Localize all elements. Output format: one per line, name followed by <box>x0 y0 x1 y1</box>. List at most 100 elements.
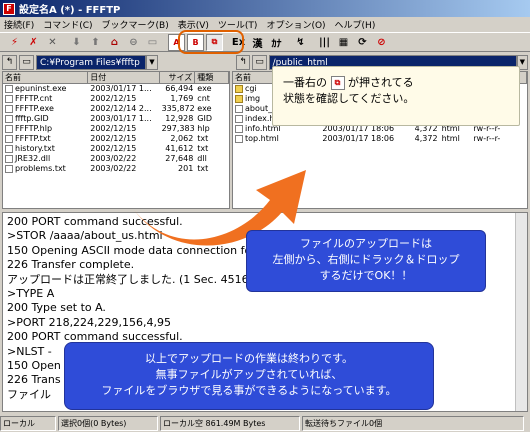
menu-options[interactable]: オプション(O) <box>266 18 325 31</box>
local-up-folder-icon[interactable]: ↰ <box>2 54 17 70</box>
log-scrollbar[interactable] <box>515 213 527 411</box>
remote-folder-icon[interactable]: ▭ <box>252 54 267 70</box>
file-size: 66,494 <box>165 84 194 93</box>
file-kind: exe <box>197 84 212 93</box>
ffftp-app-icon: F <box>3 2 15 15</box>
file-date: 2002/12/14 2... <box>90 104 152 113</box>
file-size: 335,872 <box>161 104 195 113</box>
menu-bookmark[interactable]: ブックマーク(B) <box>102 18 169 31</box>
file-icon <box>5 114 13 123</box>
file-kind: cnt <box>197 94 210 103</box>
file-icon <box>5 154 13 163</box>
file-icon <box>5 124 13 133</box>
refresh-icon[interactable]: ⟳ <box>354 34 371 51</box>
detail-view-icon[interactable]: ▦ <box>335 34 352 51</box>
file-date: 2003/01/17 1... <box>90 114 152 123</box>
file-icon <box>5 94 13 103</box>
status-free-space: ローカル空 861.49M Bytes <box>160 415 300 431</box>
transfer-mode-auto-icon: ⧉ <box>330 76 345 90</box>
menu-help[interactable]: ヘルプ(H) <box>335 18 376 31</box>
file-date: 2003/01/17 18:06 <box>322 134 395 143</box>
callout-upload-line3: するだけでOK！！ <box>319 269 413 282</box>
kana-code-icon[interactable]: ｶﾅ <box>268 34 285 51</box>
file-kind: hlp <box>197 124 210 133</box>
home-icon[interactable]: ⌂ <box>106 34 123 51</box>
callout-button-check: 一番右の ⧉ が押されてる 状態を確認してください。 <box>272 66 520 126</box>
file-name: FFFTP.txt <box>3 134 88 144</box>
callout-done-line2: 無事ファイルがアップされていれば、 <box>155 368 343 381</box>
menu-connect[interactable]: 接続(F) <box>4 18 34 31</box>
table-row[interactable]: FFFTP.cnt 2002/12/15 1,769 cnt <box>3 94 229 104</box>
file-name: ffftp.GID <box>3 114 88 124</box>
file-icon <box>5 144 13 153</box>
callout-button-line2: 状態を確認してください。 <box>283 92 415 105</box>
status-selected: 選択0個(0 Bytes) <box>58 415 158 431</box>
window-title: 設定名A (*) - FFFTP <box>19 5 121 16</box>
upload-icon[interactable]: ⬆ <box>87 34 104 51</box>
file-date: 2002/12/15 <box>90 124 137 133</box>
file-perm: rw-r--r- <box>473 134 501 143</box>
quick-connect-icon[interactable]: ✗ <box>25 34 42 51</box>
toolbar: ⚡ ✗ ✕ ⬇ ⬆ ⌂ ⊖ ▭ A B ⧉ Ex 漢 ｶﾅ ↯ ||| ▦ ⟳ … <box>0 32 530 52</box>
table-row[interactable]: FFFTP.exe 2002/12/14 2... 335,872 exe <box>3 104 229 114</box>
col-kind[interactable]: 種類 <box>195 72 229 83</box>
file-name: FFFTP.hlp <box>3 124 88 134</box>
log-line: 200 Type set to A. <box>7 301 106 315</box>
file-icon <box>235 104 243 113</box>
table-row[interactable]: FFFTP.hlp 2002/12/15 297,383 hlp <box>3 124 229 134</box>
file-name: epuninst.exe <box>3 84 88 94</box>
file-icon <box>5 104 13 113</box>
file-icon <box>5 164 13 173</box>
local-path-bar: ↰ ▭ C:¥Program Files¥ffftp ▼ <box>2 54 228 70</box>
col-size[interactable]: サイズ <box>160 72 196 83</box>
highlight-circle <box>178 30 244 54</box>
chevron-down-icon[interactable]: ▼ <box>146 54 158 70</box>
col-date[interactable]: 日付 <box>88 72 160 83</box>
sync-icon[interactable]: ↯ <box>292 34 309 51</box>
menu-command[interactable]: コマンド(C) <box>43 18 92 31</box>
file-icon <box>5 84 13 93</box>
callout-done: 以上でアップロードの作業は終わりです。 無事ファイルがアップされていれば、 ファ… <box>64 342 434 410</box>
log-line: >PORT 218,224,229,156,4,95 <box>7 315 172 329</box>
status-bar: ローカル 選択0個(0 Bytes) ローカル空 861.49M Bytes 転… <box>0 414 530 432</box>
remote-up-folder-icon[interactable]: ↰ <box>236 54 251 70</box>
local-path-input[interactable]: C:¥Program Files¥ffftp <box>36 54 146 70</box>
folder-icon <box>235 84 243 93</box>
menu-bar: 接続(F) コマンド(C) ブックマーク(B) 表示(V) ツール(T) オプシ… <box>0 17 530 32</box>
file-kind: GID <box>197 114 213 123</box>
file-size: 297,383 <box>161 124 195 133</box>
callout-upload-line2: 左側から、右側にドラック＆ドロップ <box>272 253 460 266</box>
file-size: 2,062 <box>170 134 194 143</box>
table-row[interactable]: top.html 2003/01/17 18:06 4,372 html rw-r--r… <box>233 134 527 144</box>
stop-icon[interactable]: ⊘ <box>373 34 390 51</box>
folder-icon <box>235 94 243 103</box>
list-view-icon[interactable]: ||| <box>316 34 333 51</box>
status-local: ローカル <box>0 415 56 431</box>
callout-upload-line1: ファイルのアップロードは <box>300 237 432 250</box>
delete-icon[interactable]: ⊖ <box>125 34 142 51</box>
file-name: JRE32.dll <box>3 154 88 164</box>
file-kind: exe <box>197 104 212 113</box>
disconnect-icon[interactable]: ✕ <box>44 34 61 51</box>
file-icon <box>235 124 243 133</box>
file-size: 12,928 <box>165 114 194 123</box>
file-kind: html <box>441 134 460 143</box>
callout-upload: ファイルのアップロードは 左側から、右側にドラック＆ドロップ するだけでOK！！ <box>246 230 486 292</box>
title-bar: F 設定名A (*) - FFFTP <box>0 0 530 17</box>
file-icon <box>5 134 13 143</box>
table-row[interactable]: ffftp.GID 2003/01/17 1... 12,928 GID <box>3 114 229 124</box>
table-row[interactable]: epuninst.exe 2003/01/17 1... 66,494 exe <box>3 84 229 94</box>
download-icon[interactable]: ⬇ <box>68 34 85 51</box>
file-date: 2002/12/15 <box>90 134 137 143</box>
file-size: 1,769 <box>170 94 194 103</box>
file-name: FFFTP.exe <box>3 104 88 114</box>
file-kind: txt <box>197 134 209 143</box>
rename-icon[interactable]: ▭ <box>144 34 161 51</box>
table-row[interactable]: FFFTP.txt 2002/12/15 2,062 txt <box>3 134 229 144</box>
local-folder-icon[interactable]: ▭ <box>19 54 34 70</box>
connect-icon[interactable]: ⚡ <box>6 34 23 51</box>
kanji-code-icon[interactable]: 漢 <box>249 34 266 51</box>
file-icon <box>235 134 243 143</box>
callout-button-line1: 一番右の ⧉ が押されてる <box>283 76 414 90</box>
col-name[interactable]: 名前 <box>3 72 89 83</box>
